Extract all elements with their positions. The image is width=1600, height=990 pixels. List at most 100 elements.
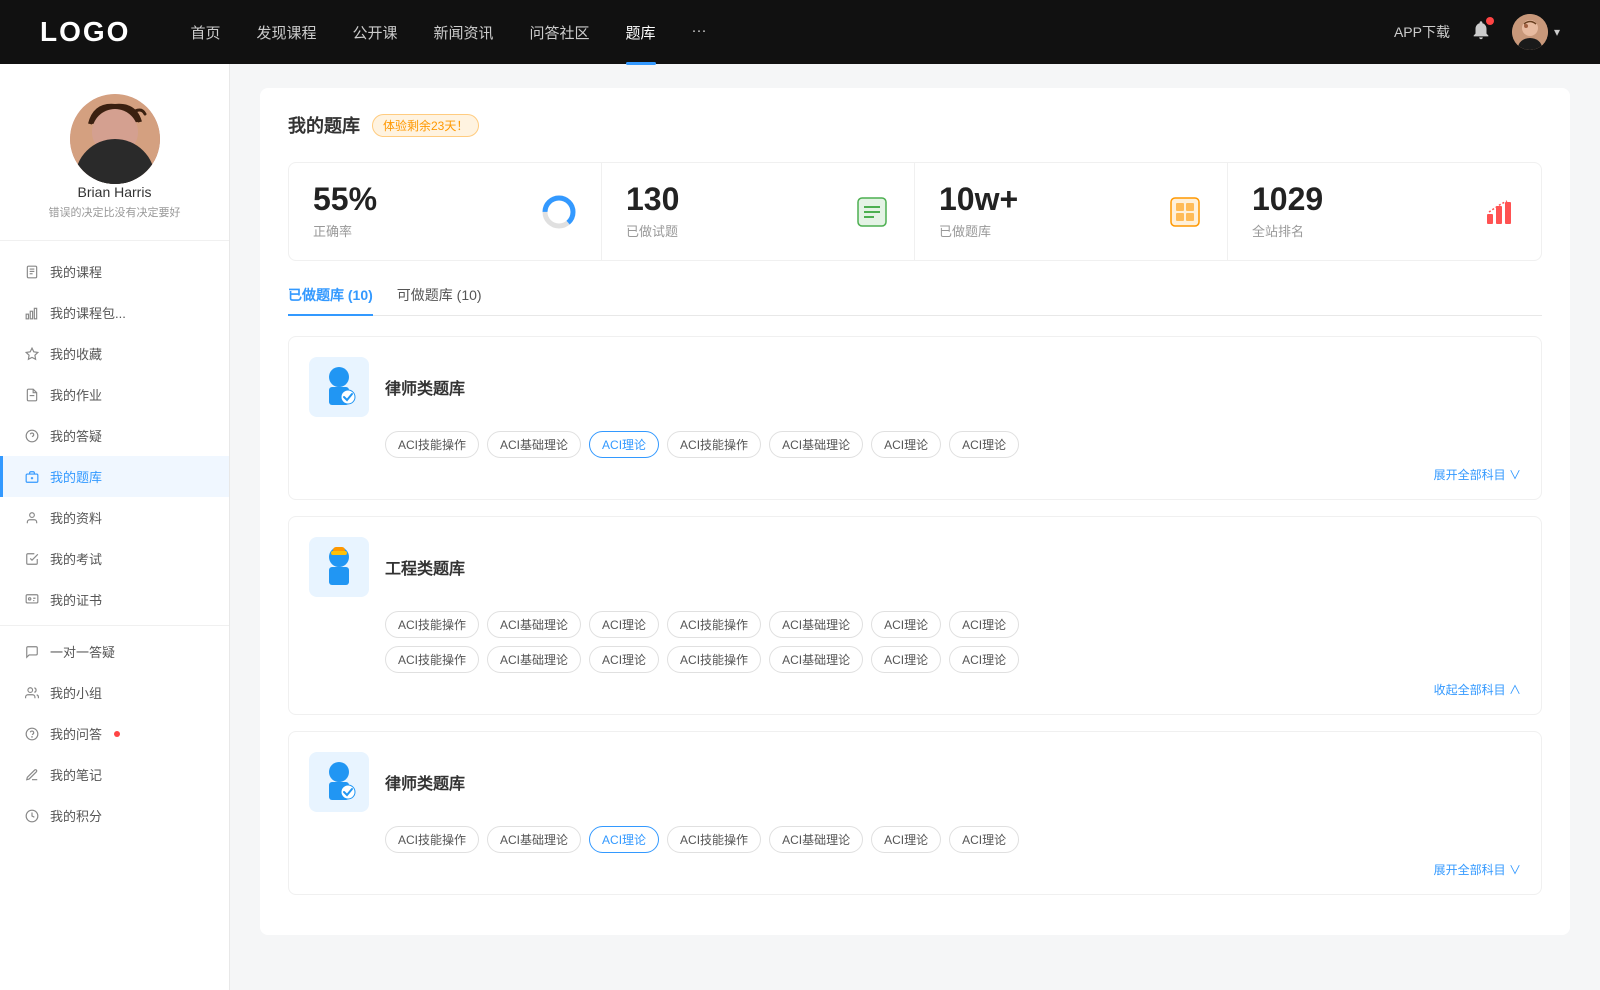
lawyer-svg-3 (315, 758, 363, 806)
tag-3-6[interactable]: ACI理论 (871, 826, 941, 853)
stat-accuracy-left: 55% 正确率 (313, 183, 377, 240)
nav-open-course[interactable]: 公开课 (352, 22, 397, 43)
tab-done-banks[interactable]: 已做题库 (10) (288, 285, 373, 315)
doc-icon (24, 387, 40, 403)
lawyer-icon-1 (309, 357, 369, 417)
tag-1-6[interactable]: ACI理论 (871, 431, 941, 458)
tag-2-1[interactable]: ACI技能操作 (385, 611, 479, 638)
app-download-link[interactable]: APP下载 (1394, 22, 1450, 42)
sidebar-item-profile[interactable]: 我的资料 (0, 497, 229, 538)
stat-done-value: 130 (626, 183, 679, 215)
stats-row: 55% 正确率 130 已做试题 (288, 162, 1542, 261)
nav-discover[interactable]: 发现课程 (256, 22, 316, 43)
tag-2r2-4[interactable]: ACI技能操作 (667, 646, 761, 673)
qa-dot (114, 731, 120, 737)
lawyer-svg-1 (315, 363, 363, 411)
sidebar-item-favorites[interactable]: 我的收藏 (0, 333, 229, 374)
sidebar-menu: 我的课程 我的课程包... 我的收藏 我的作业 (0, 251, 229, 836)
lawyer-icon-3 (309, 752, 369, 812)
tag-1-4[interactable]: ACI技能操作 (667, 431, 761, 458)
tag-3-5[interactable]: ACI基础理论 (769, 826, 863, 853)
user-avatar-wrap[interactable]: ▾ (1512, 14, 1560, 50)
qbank-title-3: 律师类题库 (385, 770, 465, 794)
page-title: 我的题库 (288, 112, 360, 138)
tag-2-5[interactable]: ACI基础理论 (769, 611, 863, 638)
donut-svg (541, 194, 577, 230)
sidebar-item-myqa[interactable]: 我的问答 (0, 713, 229, 754)
tag-1-7[interactable]: ACI理论 (949, 431, 1019, 458)
tag-3-4[interactable]: ACI技能操作 (667, 826, 761, 853)
stat-accuracy: 55% 正确率 (289, 163, 602, 260)
stat-rank-label: 全站排名 (1252, 221, 1323, 240)
group-icon (24, 685, 40, 701)
sidebar-item-cert[interactable]: 我的证书 (0, 579, 229, 620)
qbank-header-1: 律师类题库 (309, 357, 1521, 417)
tag-1-1[interactable]: ACI技能操作 (385, 431, 479, 458)
tag-1-2[interactable]: ACI基础理论 (487, 431, 581, 458)
tag-2r2-5[interactable]: ACI基础理论 (769, 646, 863, 673)
profile-avatar-image (70, 94, 160, 184)
expand-link-1[interactable]: 展开全部科目 ∨ (309, 466, 1521, 483)
stat-banks-value: 10w+ (939, 183, 1018, 215)
nav-qbank[interactable]: 题库 (626, 22, 656, 43)
stat-rank-value: 1029 (1252, 183, 1323, 215)
user-avatar (1512, 14, 1548, 50)
tag-3-1[interactable]: ACI技能操作 (385, 826, 479, 853)
qbank-title-1: 律师类题库 (385, 375, 465, 399)
nav-qa[interactable]: 问答社区 (530, 22, 590, 43)
profile-avatar (70, 94, 160, 184)
tag-2-2[interactable]: ACI基础理论 (487, 611, 581, 638)
tag-2-3[interactable]: ACI理论 (589, 611, 659, 638)
tab-available-banks[interactable]: 可做题库 (10) (397, 285, 482, 315)
tag-2r2-1[interactable]: ACI技能操作 (385, 646, 479, 673)
sidebar: Brian Harris 错误的决定比没有决定要好 我的课程 我的课程包... (0, 64, 230, 990)
sidebar-item-notes[interactable]: 我的笔记 (0, 754, 229, 795)
expand-link-3[interactable]: 展开全部科目 ∨ (309, 861, 1521, 878)
tag-2r2-3[interactable]: ACI理论 (589, 646, 659, 673)
tag-3-2[interactable]: ACI基础理论 (487, 826, 581, 853)
tag-2-6[interactable]: ACI理论 (871, 611, 941, 638)
qbank-tags-1: ACI技能操作 ACI基础理论 ACI理论 ACI技能操作 ACI基础理论 AC… (309, 431, 1521, 458)
tag-2r2-2[interactable]: ACI基础理论 (487, 646, 581, 673)
sidebar-item-group[interactable]: 我的小组 (0, 672, 229, 713)
sidebar-divider (0, 625, 229, 626)
sidebar-item-mycourse[interactable]: 我的课程 (0, 251, 229, 292)
collapse-link-2[interactable]: 收起全部科目 ∧ (309, 681, 1521, 698)
sidebar-item-coursepack[interactable]: 我的课程包... (0, 292, 229, 333)
navbar: LOGO 首页 发现课程 公开课 新闻资讯 问答社区 题库 ··· APP下载 (0, 0, 1600, 64)
avatar-image (1512, 14, 1548, 50)
chat-icon (24, 644, 40, 660)
tag-2-4[interactable]: ACI技能操作 (667, 611, 761, 638)
qbank-header-3: 律师类题库 (309, 752, 1521, 812)
stat-done-banks: 10w+ 已做题库 (915, 163, 1228, 260)
stat-rank-left: 1029 全站排名 (1252, 183, 1323, 240)
list-svg (856, 196, 888, 228)
qa-icon (24, 726, 40, 742)
notification-bell[interactable] (1470, 19, 1492, 46)
qbank-card-1: 律师类题库 ACI技能操作 ACI基础理论 ACI理论 ACI技能操作 ACI基… (288, 336, 1542, 500)
chevron-down-icon: ▾ (1554, 25, 1560, 39)
nav-home[interactable]: 首页 (190, 22, 220, 43)
engineer-icon-2 (309, 537, 369, 597)
main-content: 我的题库 体验剩余23天！ 55% 正确率 (230, 64, 1600, 990)
question-icon (24, 428, 40, 444)
stat-done-label: 已做试题 (626, 221, 679, 240)
sidebar-item-homework[interactable]: 我的作业 (0, 374, 229, 415)
tag-2-7[interactable]: ACI理论 (949, 611, 1019, 638)
tag-2r2-6[interactable]: ACI理论 (871, 646, 941, 673)
nav-news[interactable]: 新闻资讯 (434, 22, 494, 43)
tag-2r2-7[interactable]: ACI理论 (949, 646, 1019, 673)
sidebar-profile: Brian Harris 错误的决定比没有决定要好 (0, 84, 229, 241)
sidebar-item-1on1[interactable]: 一对一答疑 (0, 631, 229, 672)
main-layout: Brian Harris 错误的决定比没有决定要好 我的课程 我的课程包... (0, 64, 1600, 990)
tag-3-3[interactable]: ACI理论 (589, 826, 659, 853)
tag-1-5[interactable]: ACI基础理论 (769, 431, 863, 458)
person-icon (24, 510, 40, 526)
sidebar-item-qa[interactable]: 我的答疑 (0, 415, 229, 456)
sidebar-item-qbank[interactable]: 我的题库 (0, 456, 229, 497)
nav-more[interactable]: ··· (692, 22, 707, 43)
sidebar-item-points[interactable]: 我的积分 (0, 795, 229, 836)
tag-3-7[interactable]: ACI理论 (949, 826, 1019, 853)
sidebar-item-exam[interactable]: 我的考试 (0, 538, 229, 579)
tag-1-3[interactable]: ACI理论 (589, 431, 659, 458)
